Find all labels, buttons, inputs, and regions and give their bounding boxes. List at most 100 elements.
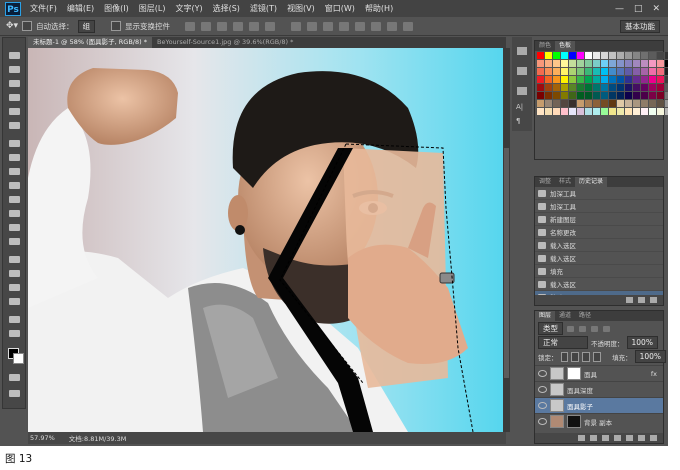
transform-controls-checkbox[interactable]: [111, 21, 122, 31]
color-swatch[interactable]: [609, 76, 616, 83]
color-swatch[interactable]: [641, 92, 648, 99]
color-swatch[interactable]: [601, 76, 608, 83]
doc-size[interactable]: 文档:8.81M/39.3M: [69, 433, 127, 443]
color-swatch[interactable]: [585, 76, 592, 83]
history-brush-tool-icon[interactable]: [9, 182, 20, 189]
color-swatch[interactable]: [657, 60, 664, 67]
color-swatch[interactable]: [585, 92, 592, 99]
color-swatch[interactable]: [601, 52, 608, 59]
color-swatch[interactable]: [537, 68, 544, 75]
maximize-button[interactable]: □: [634, 4, 643, 14]
distribute-top-icon[interactable]: [291, 21, 302, 31]
lock-transparent-icon[interactable]: [560, 351, 569, 362]
color-swatch[interactable]: [545, 100, 552, 107]
color-swatch[interactable]: [657, 52, 664, 59]
color-swatch[interactable]: [553, 92, 560, 99]
history-item[interactable]: 新建图层: [535, 213, 663, 226]
color-swatch[interactable]: [609, 52, 616, 59]
color-swatch[interactable]: [649, 76, 656, 83]
color-swatch[interactable]: [609, 92, 616, 99]
color-swatch[interactable]: [601, 60, 608, 67]
brush-settings-icon[interactable]: [517, 67, 527, 75]
color-swatch[interactable]: [657, 100, 664, 107]
color-swatch[interactable]: [553, 52, 560, 59]
color-swatch[interactable]: [657, 76, 664, 83]
history-item[interactable]: 加深工具: [535, 187, 663, 200]
color-swatch[interactable]: [617, 84, 624, 91]
color-swatch[interactable]: [649, 68, 656, 75]
crop-tool-icon[interactable]: [9, 108, 20, 115]
eye-icon[interactable]: [538, 370, 547, 377]
menu-image[interactable]: 图像(I): [99, 3, 134, 14]
color-swatch[interactable]: [553, 60, 560, 67]
history-item[interactable]: 载入选区: [535, 278, 663, 291]
color-swatch[interactable]: [569, 52, 576, 59]
color-swatch[interactable]: [617, 60, 624, 67]
color-swatch[interactable]: [641, 76, 648, 83]
trash-icon[interactable]: [650, 435, 657, 441]
color-swatch[interactable]: [593, 100, 600, 107]
filter-pixel-icon[interactable]: [567, 325, 574, 332]
color-swatch[interactable]: [545, 76, 552, 83]
color-swatch[interactable]: [625, 84, 632, 91]
eyedropper-tool-icon[interactable]: [9, 122, 20, 129]
color-swatch[interactable]: [569, 60, 576, 67]
align-right-icon[interactable]: [265, 21, 276, 31]
color-swatch[interactable]: [553, 108, 560, 115]
new-group-icon[interactable]: [626, 435, 633, 441]
minimize-button[interactable]: —: [615, 4, 624, 14]
color-swatch[interactable]: [561, 52, 568, 59]
color-swatch[interactable]: [585, 84, 592, 91]
color-swatch[interactable]: [649, 108, 656, 115]
color-swatch[interactable]: [609, 60, 616, 67]
color-swatch[interactable]: [561, 60, 568, 67]
color-swatch[interactable]: [657, 68, 664, 75]
color-swatch[interactable]: [665, 108, 668, 115]
color-swatch[interactable]: [665, 76, 668, 83]
new-layer-icon[interactable]: [638, 435, 645, 441]
menu-view[interactable]: 视图(V): [282, 3, 320, 14]
color-swatch[interactable]: [585, 60, 592, 67]
pen-tool-icon[interactable]: [9, 256, 20, 263]
color-swatch[interactable]: [537, 92, 544, 99]
menu-help[interactable]: 帮助(H): [360, 3, 398, 14]
dodge-tool-icon[interactable]: [9, 238, 20, 245]
color-swatch[interactable]: [561, 108, 568, 115]
menu-window[interactable]: 窗口(W): [320, 3, 360, 14]
color-swatch[interactable]: [625, 68, 632, 75]
eraser-tool-icon[interactable]: [9, 196, 20, 203]
close-button[interactable]: ✕: [652, 4, 660, 14]
color-swatch[interactable]: [577, 84, 584, 91]
color-swatch[interactable]: [553, 76, 560, 83]
background-color-swatch[interactable]: [13, 353, 24, 364]
distribute-bottom-icon[interactable]: [323, 21, 334, 31]
color-swatch[interactable]: [593, 84, 600, 91]
color-swatch[interactable]: [657, 92, 664, 99]
history-item[interactable]: 填充: [535, 265, 663, 278]
color-swatch[interactable]: [625, 108, 632, 115]
filter-type-icon[interactable]: [591, 325, 598, 332]
tab-document-1[interactable]: 未标题-1 @ 58% (面具影子, RGB/8) *: [28, 37, 152, 48]
color-swatch[interactable]: [585, 52, 592, 59]
color-swatch[interactable]: [625, 60, 632, 67]
align-hcenter-icon[interactable]: [249, 21, 260, 31]
fx-badge[interactable]: fx: [651, 370, 657, 378]
menu-type[interactable]: 文字(Y): [170, 3, 207, 14]
layer-filter-kind[interactable]: 类型: [538, 322, 563, 335]
color-swatch[interactable]: [617, 76, 624, 83]
type-tool-icon[interactable]: [9, 270, 20, 277]
new-document-from-state-icon[interactable]: [626, 297, 633, 303]
align-left-icon[interactable]: [233, 21, 244, 31]
lasso-tool-icon[interactable]: [9, 80, 20, 87]
color-swatch[interactable]: [545, 60, 552, 67]
color-swatch[interactable]: [617, 108, 624, 115]
color-swatch[interactable]: [577, 60, 584, 67]
gradient-tool-icon[interactable]: [9, 210, 20, 217]
tab-channels[interactable]: 通道: [555, 311, 575, 321]
color-swatch[interactable]: [665, 84, 668, 91]
color-swatch[interactable]: [649, 84, 656, 91]
zoom-tool-icon[interactable]: [9, 330, 20, 337]
color-swatch[interactable]: [545, 108, 552, 115]
3d-mode-icon[interactable]: [403, 21, 414, 31]
color-swatch[interactable]: [609, 100, 616, 107]
